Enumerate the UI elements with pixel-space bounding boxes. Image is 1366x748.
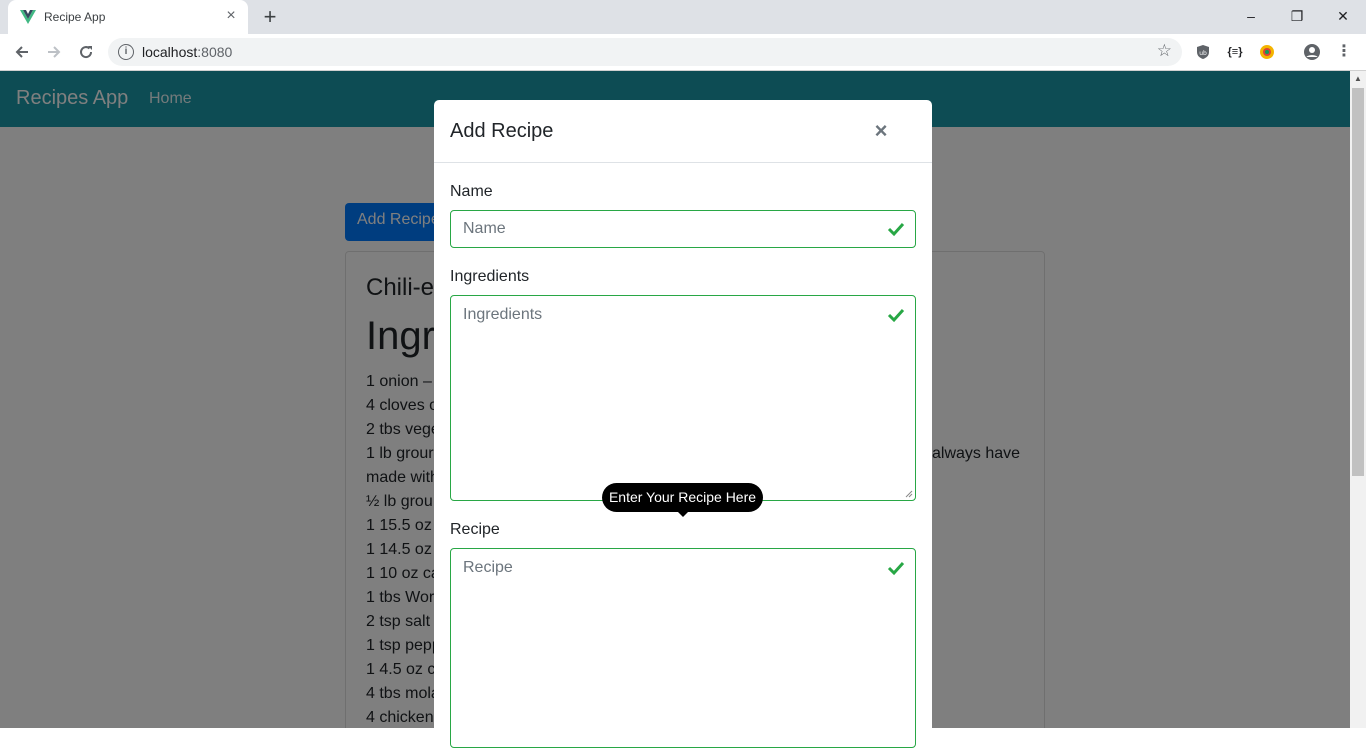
scroll-up-arrow-icon[interactable]: ▲: [1354, 74, 1362, 83]
recipe-placeholder: Recipe: [463, 559, 513, 576]
modal-title: Add Recipe: [450, 120, 554, 142]
json-icon[interactable]: {≡}: [1225, 42, 1245, 62]
recipe-label: Recipe: [450, 521, 500, 538]
checkmark-icon: [887, 561, 905, 576]
recipe-tooltip: Enter Your Recipe Here: [602, 483, 763, 512]
address-bar[interactable]: i localhost:8080 ☆: [108, 38, 1182, 66]
name-placeholder: Name: [463, 220, 506, 237]
ingredients-textarea[interactable]: Ingredients: [450, 295, 916, 501]
tooltip-arrow: [677, 511, 689, 517]
minimize-button[interactable]: –: [1228, 4, 1274, 28]
tab-close-icon[interactable]: ×: [222, 7, 240, 25]
close-window-button[interactable]: ✕: [1320, 4, 1366, 28]
browser-tab[interactable]: Recipe App ×: [8, 0, 248, 34]
menu-dots-icon[interactable]: ⋮: [1334, 42, 1354, 62]
forward-arrow-icon[interactable]: [42, 40, 66, 64]
modal-header: Add Recipe ×: [434, 100, 932, 163]
new-tab-button[interactable]: +: [258, 5, 282, 29]
url-text: localhost:8080: [142, 44, 233, 60]
recipe-textarea[interactable]: Recipe: [450, 548, 916, 748]
resize-handle-icon[interactable]: [905, 490, 913, 498]
checkmark-icon: [887, 308, 905, 323]
vue-logo-icon: [20, 10, 36, 24]
close-icon[interactable]: ×: [870, 118, 892, 143]
browser-toolbar: i localhost:8080 ☆ ub {≡} ⋮: [0, 34, 1366, 71]
colorful-extension-icon[interactable]: [1257, 42, 1277, 62]
scroll-thumb[interactable]: [1352, 88, 1364, 476]
name-label: Name: [450, 183, 493, 200]
back-arrow-icon[interactable]: [10, 40, 34, 64]
page-scrollbar[interactable]: ▲: [1350, 71, 1366, 728]
browser-tab-bar: Recipe App × + – ❐ ✕: [0, 0, 1366, 34]
restore-button[interactable]: ❐: [1274, 4, 1320, 28]
svg-text:ub: ub: [1199, 50, 1207, 57]
name-input[interactable]: Name: [450, 210, 916, 248]
ingredients-label: Ingredients: [450, 268, 530, 285]
profile-avatar-icon[interactable]: [1302, 42, 1322, 62]
ingredients-placeholder: Ingredients: [463, 306, 543, 323]
add-recipe-modal: Add Recipe × Name Name Ingredients Ingre…: [434, 100, 932, 748]
tab-title: Recipe App: [44, 10, 106, 24]
checkmark-icon: [887, 222, 905, 237]
bookmark-star-icon[interactable]: ☆: [1157, 41, 1172, 61]
reload-icon[interactable]: [74, 40, 98, 64]
site-info-icon[interactable]: i: [118, 44, 134, 60]
shield-icon[interactable]: ub: [1193, 42, 1213, 62]
